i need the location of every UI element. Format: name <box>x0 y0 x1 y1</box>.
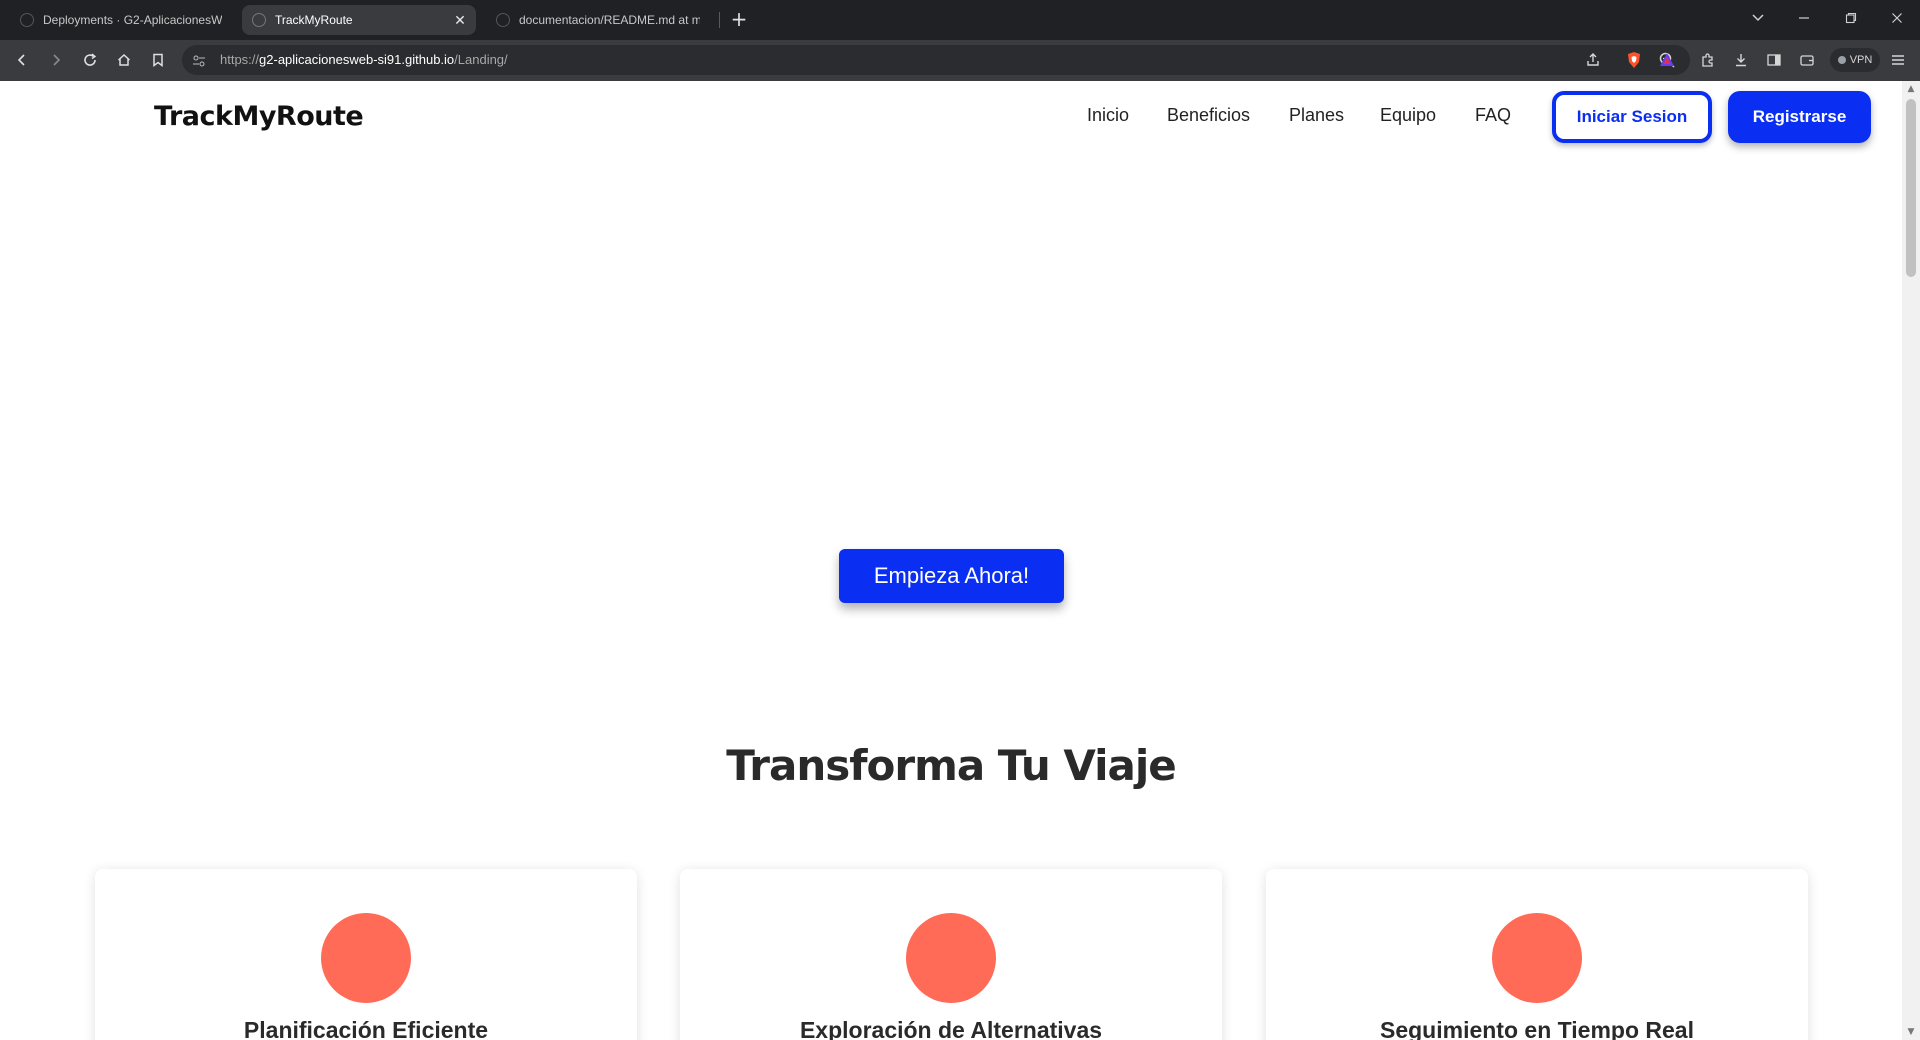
forward-button[interactable] <box>44 48 68 72</box>
brave-shields-icon[interactable] <box>1624 50 1644 70</box>
minimize-window-button[interactable] <box>1792 8 1816 32</box>
close-tab-icon[interactable]: ✕ <box>452 12 468 28</box>
page-viewport: TrackMyRoute Inicio Beneficios Planes Eq… <box>0 81 1920 1040</box>
scrollbar-thumb[interactable] <box>1906 99 1916 277</box>
home-button[interactable] <box>112 48 136 72</box>
menu-icon[interactable] <box>1888 50 1908 70</box>
close-window-button[interactable] <box>1885 8 1909 32</box>
benefit-icon-placeholder <box>321 913 411 1003</box>
benefits-section-title: Transforma Tu Viaje <box>726 741 1177 790</box>
tab-search-chevron-icon[interactable] <box>1746 8 1770 32</box>
github-icon <box>496 13 510 27</box>
benefit-card-title: Seguimiento en Tiempo Real <box>1380 1017 1694 1040</box>
site-logo[interactable]: TrackMyRoute <box>154 101 364 132</box>
tab-title: TrackMyRoute <box>275 13 353 27</box>
nav-link-inicio[interactable]: Inicio <box>1087 105 1129 126</box>
benefit-card: Exploración de Alternativas <box>680 869 1222 1040</box>
tab-title: Deployments · G2-AplicacionesWeb- <box>43 13 222 27</box>
sidebar-icon[interactable] <box>1764 50 1784 70</box>
url-host: g2-aplicacionesweb-si91.github.io <box>259 52 455 67</box>
benefit-icon-placeholder <box>1492 913 1582 1003</box>
vpn-button[interactable]: VPN <box>1830 48 1880 72</box>
page-scrollbar[interactable]: ▲ ▼ <box>1902 81 1920 1040</box>
login-button[interactable]: Iniciar Sesion <box>1552 91 1712 143</box>
url-text[interactable]: https://g2-aplicacionesweb-si91.github.i… <box>220 52 508 67</box>
github-icon <box>20 13 34 27</box>
benefit-card: Seguimiento en Tiempo Real <box>1266 869 1808 1040</box>
site-settings-icon[interactable] <box>192 53 206 67</box>
bookmark-button[interactable] <box>146 48 170 72</box>
nav-link-planes[interactable]: Planes <box>1289 105 1344 126</box>
browser-tab-strip: Deployments · G2-AplicacionesWeb- TrackM… <box>0 0 1920 40</box>
brave-rewards-icon[interactable] <box>1657 50 1677 70</box>
new-tab-button[interactable]: + <box>728 8 750 30</box>
browser-tab-deployments[interactable]: Deployments · G2-AplicacionesWeb- <box>10 5 232 35</box>
tab-title: documentacion/README.md at main <box>519 13 700 27</box>
nav-link-faq[interactable]: FAQ <box>1475 105 1511 126</box>
vpn-label: VPN <box>1849 54 1873 66</box>
nav-link-beneficios[interactable]: Beneficios <box>1167 105 1250 126</box>
reload-button[interactable] <box>78 48 102 72</box>
register-button[interactable]: Registrarse <box>1728 91 1871 143</box>
back-button[interactable] <box>10 48 34 72</box>
downloads-icon[interactable] <box>1731 50 1751 70</box>
restore-window-button[interactable] <box>1839 8 1863 32</box>
tab-divider <box>719 12 720 28</box>
benefit-icon-placeholder <box>906 913 996 1003</box>
address-bar[interactable]: https://g2-aplicacionesweb-si91.github.i… <box>182 45 1690 75</box>
benefit-card: Planificación Eficiente <box>95 869 637 1040</box>
vpn-status-icon <box>1837 56 1846 64</box>
extensions-icon[interactable] <box>1698 50 1718 70</box>
browser-tab-trackmyroute[interactable]: TrackMyRoute ✕ <box>242 5 476 35</box>
scroll-up-arrow-icon[interactable]: ▲ <box>1902 81 1920 97</box>
browser-toolbar: https://g2-aplicacionesweb-si91.github.i… <box>0 40 1920 81</box>
get-started-button[interactable]: Empieza Ahora! <box>839 549 1064 603</box>
url-scheme: https:// <box>220 52 260 67</box>
nav-link-equipo[interactable]: Equipo <box>1380 105 1436 126</box>
benefit-card-title: Exploración de Alternativas <box>799 1017 1103 1040</box>
wallet-icon[interactable] <box>1797 50 1817 70</box>
scroll-down-arrow-icon[interactable]: ▼ <box>1902 1024 1920 1040</box>
share-icon[interactable] <box>1583 50 1603 70</box>
globe-icon <box>252 13 266 27</box>
url-path: /Landing/ <box>454 52 508 67</box>
browser-tab-readme[interactable]: documentacion/README.md at main <box>486 5 710 35</box>
benefit-card-title: Planificación Eficiente <box>243 1017 489 1040</box>
